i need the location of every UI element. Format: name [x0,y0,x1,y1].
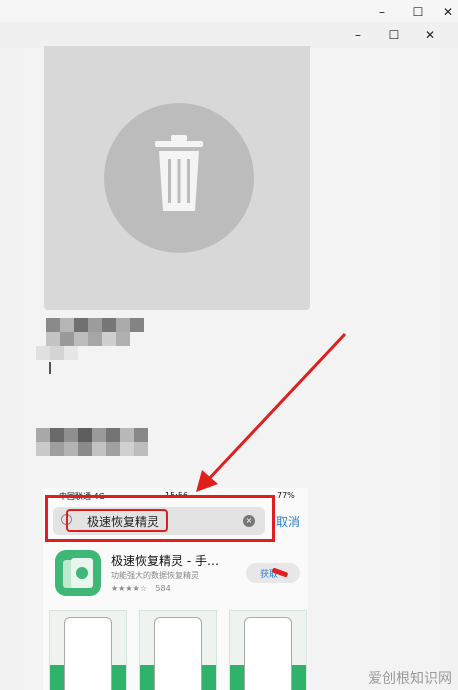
app-rating: ★★★★☆ 584 [111,584,171,593]
watermark: 爱创根知识网 [368,671,452,687]
outer-maximize-button[interactable]: ☐ [410,5,426,19]
cancel-button[interactable]: 取消 [276,513,300,530]
inner-close-button[interactable]: ✕ [422,28,438,42]
trash-circle [104,103,254,253]
inner-minimize-button[interactable]: – [350,28,366,42]
rating-stars-icon: ★★★★☆ [111,584,147,593]
app-screenshot-3[interactable] [229,610,307,690]
inner-title-bar: – ☐ ✕ [0,22,458,48]
query-highlight-box [66,509,168,532]
app-icon[interactable] [55,550,101,596]
trash-icon [155,135,203,211]
outer-minimize-button[interactable]: – [374,5,390,19]
app-screenshot-1[interactable] [49,610,127,690]
deleted-file-thumbnail[interactable] [44,46,310,310]
get-button[interactable]: 获取 [246,563,300,583]
inner-maximize-button[interactable]: ☐ [386,28,402,42]
rating-count: 584 [155,584,171,593]
app-title[interactable]: 极速恢复精灵 - 手… [111,552,219,569]
app-screenshot-2[interactable] [139,610,217,690]
app-subtitle: 功能强大的数据恢复精灵 [111,571,199,580]
red-arrow-icon [196,332,347,492]
outer-title-bar: – ☐ ✕ [0,0,458,22]
outer-close-button[interactable]: ✕ [440,5,456,19]
